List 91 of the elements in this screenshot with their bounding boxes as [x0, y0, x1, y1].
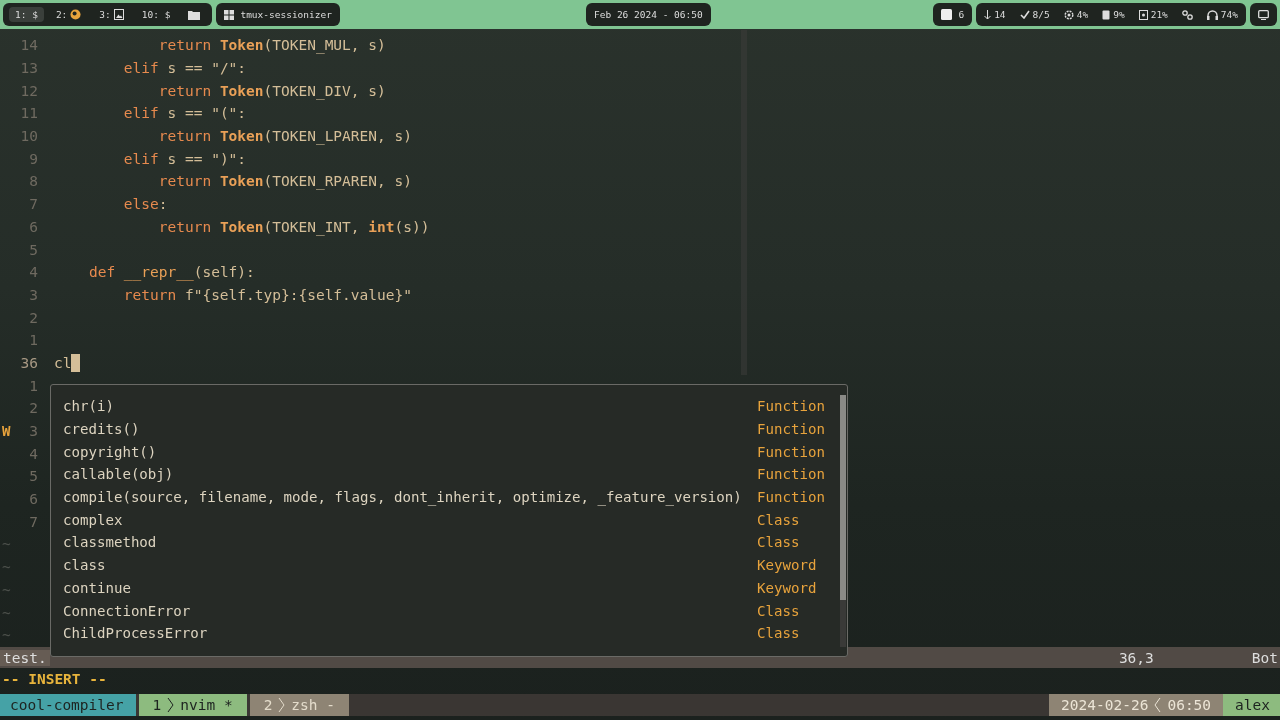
- stat-value: 14: [994, 9, 1006, 20]
- completion-item[interactable]: credits() Function: [51, 417, 841, 441]
- empty-line-marker: ~: [1, 604, 11, 621]
- code-line: return Token(TOKEN_LPAREN, s): [157, 128, 412, 145]
- line-number: 7: [28, 196, 38, 213]
- line-number: 36: [19, 354, 38, 371]
- code-line: return Token(TOKEN_INT, int(s)): [157, 218, 430, 235]
- line-number: 13: [19, 60, 38, 77]
- stat-value: 8/5: [1032, 9, 1050, 20]
- mode-indicator: -- INSERT --: [2, 671, 107, 687]
- line-number: 4: [28, 264, 38, 281]
- completion-item[interactable]: compile(source, filename, mode, flags, dont_inherit, optimize, _feature_version) Function: [51, 485, 841, 509]
- down-arrow-icon: [984, 9, 992, 20]
- workspace-button[interactable]: 1: $: [9, 7, 44, 22]
- stat-value: 4%: [1076, 9, 1089, 20]
- headphones-icon: [1206, 9, 1218, 20]
- workspace-button[interactable]: 2:: [49, 7, 88, 22]
- line-number: 2: [28, 400, 38, 417]
- line-number: 3: [28, 286, 38, 303]
- code-line: elif s == "/":: [122, 60, 247, 77]
- chevron-icon: [1154, 697, 1162, 713]
- chevron-icon: [278, 697, 286, 713]
- square-icon: [941, 9, 953, 20]
- text-cursor: [71, 353, 81, 372]
- empty-line-marker: ~: [1, 536, 11, 553]
- completion-item[interactable]: ConnectionError Class: [51, 599, 841, 622]
- line-number: 9: [28, 150, 38, 167]
- completion-item[interactable]: chr(i) Function: [51, 395, 841, 418]
- clock: Feb 26 2024 - 06:50: [586, 3, 711, 26]
- stat-value: 9%: [1113, 9, 1125, 20]
- completion-item[interactable]: callable(obj) Function: [51, 463, 841, 486]
- code-line: def __repr__(self):: [87, 264, 255, 281]
- line-number: 14: [19, 37, 38, 54]
- code-line: elif s == "(":: [122, 105, 247, 122]
- file-name: test.: [0, 649, 50, 666]
- line-number: 1: [28, 332, 38, 349]
- stat-value: 21%: [1150, 9, 1168, 20]
- line-number: 5: [28, 468, 38, 485]
- image-icon: [113, 9, 124, 20]
- warning-sign: W: [1, 423, 12, 440]
- windows-logo-icon: [224, 9, 235, 20]
- window-title: tmux-sessionizer: [240, 9, 332, 20]
- folder-icon: [188, 9, 201, 20]
- code-line: elif s == ")":: [122, 150, 247, 167]
- chevron-icon: [167, 697, 175, 713]
- line-number: 5: [28, 241, 38, 258]
- line-number: 7: [28, 513, 38, 530]
- code-line: return f"{self.typ}:{self.value}": [122, 286, 412, 303]
- completion-item[interactable]: class Keyword: [51, 553, 841, 577]
- completion-item[interactable]: continue Keyword: [51, 576, 841, 600]
- line-number: 4: [28, 445, 38, 462]
- notification-pill[interactable]: 6: [933, 3, 973, 26]
- memory-icon: [1102, 9, 1111, 20]
- code-line: cl: [54, 353, 81, 372]
- completion-item[interactable]: copyright() Function: [51, 440, 841, 464]
- link-icon: [1181, 9, 1193, 20]
- line-number: 6: [28, 491, 38, 508]
- cursor-position: 36,3: [1118, 649, 1154, 666]
- check-icon: [1019, 10, 1030, 19]
- empty-line-marker: ~: [1, 581, 11, 598]
- stat-value: 74%: [1220, 9, 1238, 20]
- line-number: 3: [28, 423, 38, 440]
- completion-item[interactable]: ChildProcessError Class: [51, 621, 841, 645]
- workspace-button[interactable]: 3:: [93, 7, 130, 22]
- completion-item[interactable]: complex Class: [51, 508, 841, 532]
- line-number: 2: [28, 309, 38, 326]
- workspace-button[interactable]: 10: $: [135, 7, 177, 22]
- code-line: return Token(TOKEN_MUL, s): [157, 37, 386, 54]
- gear-icon: [1063, 9, 1074, 20]
- browser-icon: [70, 9, 82, 20]
- line-number: 12: [19, 82, 38, 99]
- empty-line-marker: ~: [1, 627, 11, 644]
- line-number: 10: [19, 128, 38, 145]
- session-name: cool-compiler: [0, 694, 136, 716]
- code-line: else:: [122, 196, 168, 213]
- notification-count: 6: [958, 9, 965, 20]
- line-number: 11: [19, 105, 38, 122]
- display-pill[interactable]: [1250, 3, 1277, 26]
- code-line: return Token(TOKEN_DIV, s): [157, 82, 386, 99]
- completion-item[interactable]: classmethod Class: [51, 531, 841, 554]
- line-number: 8: [28, 173, 38, 190]
- line-number: 6: [28, 218, 38, 235]
- date: 2024-02-26: [1061, 697, 1149, 713]
- monitor-icon: [1258, 9, 1269, 20]
- code-line: return Token(TOKEN_RPAREN, s): [157, 173, 412, 190]
- scroll-position: Bot: [1251, 649, 1278, 666]
- time: 06:50: [1167, 697, 1212, 713]
- empty-line-marker: ~: [1, 559, 11, 576]
- tmux-window-tab[interactable]: 1 nvim *: [138, 694, 247, 716]
- host-name: alex: [1223, 694, 1280, 716]
- line-number: 1: [28, 377, 38, 394]
